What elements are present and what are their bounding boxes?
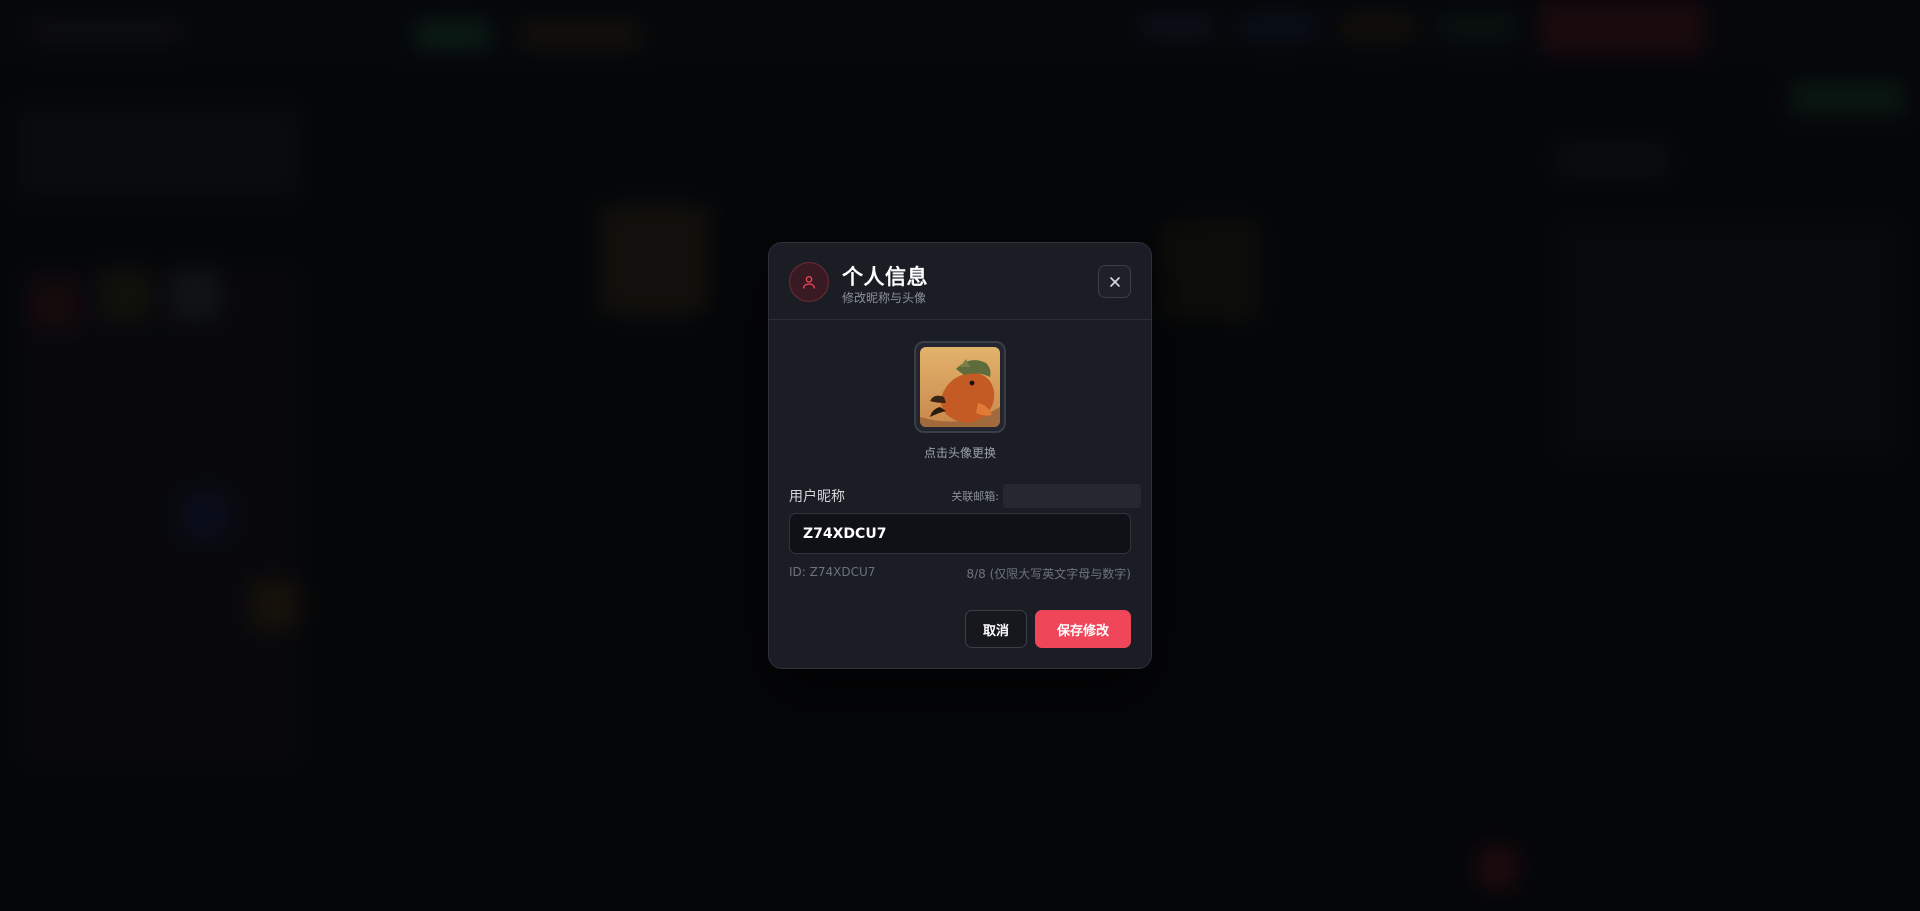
nickname-label: 用户昵称 (789, 489, 845, 505)
app-root: 个人信息 修改昵称与头像 点击头像更换 用户昵称 关联邮箱: Z74XDCU7 … (0, 0, 1920, 911)
user-icon (789, 262, 829, 302)
char-count-hint: 8/8 (仅限大写英文字母与数字) (966, 567, 1132, 581)
modal-header: 个人信息 修改昵称与头像 (769, 243, 1151, 320)
cancel-button[interactable]: 取消 (965, 610, 1027, 648)
close-button[interactable] (1098, 265, 1131, 298)
avatar[interactable] (914, 341, 1006, 433)
save-button[interactable]: 保存修改 (1035, 610, 1131, 648)
profile-modal: 个人信息 修改昵称与头像 点击头像更换 用户昵称 关联邮箱: Z74XDCU7 … (768, 242, 1152, 669)
nickname-input[interactable] (789, 513, 1131, 554)
modal-subtitle: 修改昵称与头像 (842, 291, 927, 305)
user-id-text: ID: Z74XDCU7 (789, 565, 876, 579)
email-value-redacted (1003, 484, 1141, 508)
email-label: 关联邮箱: (951, 490, 999, 503)
close-icon (1109, 276, 1120, 287)
avatar-image (920, 347, 1000, 427)
modal-title: 个人信息 (842, 265, 928, 289)
linked-email: 关联邮箱: (951, 484, 1141, 508)
avatar-caption: 点击头像更换 (923, 446, 996, 460)
